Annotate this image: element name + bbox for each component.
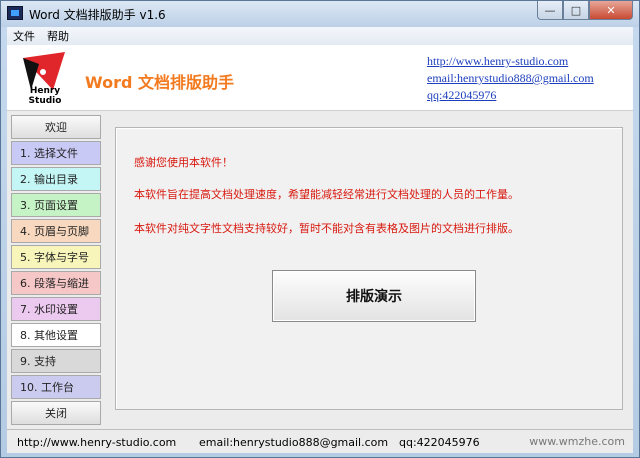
- menu-bar: 文件 帮助: [7, 27, 633, 45]
- sidebar-item-support[interactable]: 9. 支持: [11, 349, 101, 373]
- client-area: Henry Studio Word 文档排版助手 http://www.henr…: [7, 45, 633, 453]
- title-bar[interactable]: Word 文档排版助手 v1.6 — □ ✕: [1, 1, 639, 27]
- app-icon: [7, 6, 23, 20]
- purpose-message: 本软件旨在提高文档处理速度，希望能减轻经常进行文档处理的人员的工作量。: [134, 188, 519, 201]
- layout-demo-button[interactable]: 排版演示: [272, 270, 476, 322]
- thanks-message: 感谢您使用本软件！: [134, 156, 233, 169]
- sidebar-item-watermark[interactable]: 7. 水印设置: [11, 297, 101, 321]
- sidebar-item-workbench[interactable]: 10. 工作台: [11, 375, 101, 399]
- header-banner: Henry Studio Word 文档排版助手 http://www.henr…: [7, 45, 633, 111]
- qq-link[interactable]: qq:422045976: [427, 87, 594, 104]
- window-controls: — □ ✕: [537, 1, 633, 20]
- sidebar-item-output-dir[interactable]: 2. 输出目录: [11, 167, 101, 191]
- minimize-icon: —: [544, 3, 556, 17]
- header-links: http://www.henry-studio.com email:henrys…: [427, 53, 594, 104]
- sidebar-item-paragraph-indent[interactable]: 6. 段落与缩进: [11, 271, 101, 295]
- support-message: 本软件对纯文字性文档支持较好，暂时不能对含有表格及图片的文档进行排版。: [134, 222, 519, 235]
- maximize-icon: □: [570, 3, 582, 17]
- sidebar-item-font-size[interactable]: 5. 字体与字号: [11, 245, 101, 269]
- logo-text: Henry Studio: [28, 86, 62, 106]
- email-link[interactable]: email:henrystudio888@gmail.com: [427, 70, 594, 87]
- app-window: Word 文档排版助手 v1.6 — □ ✕ 文件 帮助 Henry Studi…: [0, 0, 640, 458]
- sidebar-item-other-settings[interactable]: 8. 其他设置: [11, 323, 101, 347]
- status-footer: http://www.henry-studio.com email:henrys…: [7, 429, 633, 453]
- sidebar-item-select-file[interactable]: 1. 选择文件: [11, 141, 101, 165]
- sidebar-item-page-setup[interactable]: 3. 页面设置: [11, 193, 101, 217]
- sidebar-nav: 欢迎 1. 选择文件 2. 输出目录 3. 页面设置 4. 页眉与页脚 5. 字…: [11, 115, 101, 427]
- sidebar-item-header-footer[interactable]: 4. 页眉与页脚: [11, 219, 101, 243]
- sidebar-item-welcome[interactable]: 欢迎: [11, 115, 101, 139]
- footer-email: email:henrystudio888@gmail.com: [199, 436, 389, 449]
- minimize-button[interactable]: —: [537, 1, 563, 20]
- footer-website: http://www.henry-studio.com: [17, 436, 177, 449]
- footer-qq: qq:422045976: [399, 436, 480, 449]
- sidebar-item-close[interactable]: 关闭: [11, 401, 101, 425]
- window-title: Word 文档排版助手 v1.6: [29, 8, 166, 22]
- menu-help[interactable]: 帮助: [41, 28, 75, 44]
- close-button[interactable]: ✕: [589, 1, 633, 20]
- menu-file[interactable]: 文件: [7, 28, 41, 44]
- watermark-text: www.wmzhe.com: [529, 435, 625, 448]
- welcome-panel: 感谢您使用本软件！ 本软件旨在提高文档处理速度，希望能减轻经常进行文档处理的人员…: [115, 127, 623, 410]
- henry-studio-logo: Henry Studio: [15, 50, 75, 106]
- maximize-button[interactable]: □: [563, 1, 589, 20]
- app-title: Word 文档排版助手: [85, 73, 234, 92]
- website-link[interactable]: http://www.henry-studio.com: [427, 53, 594, 70]
- close-icon: ✕: [606, 3, 616, 17]
